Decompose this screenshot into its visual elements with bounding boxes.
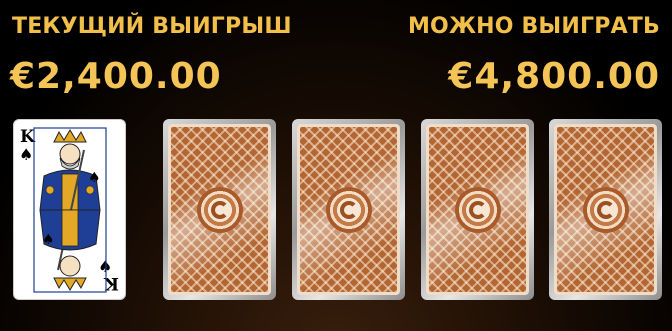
svg-text:♠: ♠ bbox=[42, 232, 55, 248]
svg-text:♠: ♠ bbox=[88, 170, 101, 186]
card-1-king-of-spades: K ♠ K ♠ ♠ ♠ bbox=[13, 119, 126, 300]
current-win-amount: €2,400.00 bbox=[10, 56, 222, 97]
king-of-spades-icon: K ♠ K ♠ ♠ ♠ bbox=[19, 127, 119, 293]
potential-win-label: МОЖНО ВЫИГРАТЬ bbox=[407, 14, 660, 39]
card-logo-icon bbox=[582, 186, 629, 233]
card-2-back[interactable] bbox=[163, 119, 276, 300]
card-logo-icon bbox=[454, 186, 501, 233]
svg-text:♠: ♠ bbox=[98, 257, 112, 276]
card-5-back[interactable] bbox=[549, 119, 662, 300]
card-logo-icon bbox=[196, 186, 243, 233]
potential-win-amount: €4,800.00 bbox=[448, 56, 660, 97]
current-win-label: ТЕКУЩИЙ ВЫИГРЫШ bbox=[12, 14, 292, 39]
svg-text:♠: ♠ bbox=[19, 145, 33, 164]
card-4-back[interactable] bbox=[421, 119, 534, 300]
card-logo-icon bbox=[325, 186, 372, 233]
card-3-back[interactable] bbox=[292, 119, 405, 300]
